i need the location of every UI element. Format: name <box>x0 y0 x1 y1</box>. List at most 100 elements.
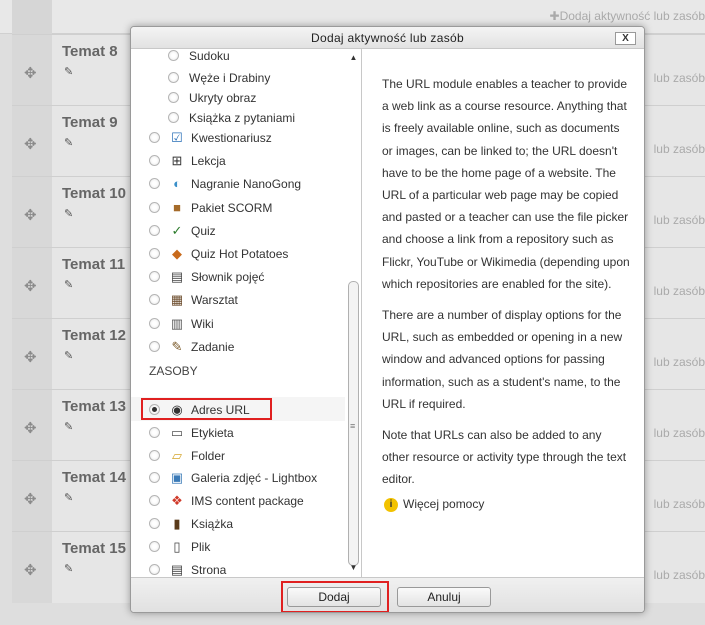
activity-option[interactable]: ▤ Słownik pojęć <box>131 266 346 288</box>
option-radio[interactable] <box>149 540 160 552</box>
resource-option[interactable]: ▭ Etykieta <box>131 422 346 444</box>
move-icon[interactable]: ✥ <box>24 135 37 153</box>
sub-option[interactable]: Węże i Drabiny <box>131 67 346 89</box>
edit-icon[interactable]: ✎ <box>64 207 73 220</box>
option-radio[interactable] <box>149 248 160 259</box>
resource-option[interactable]: ▣ Galeria zdjęć - Lightbox <box>131 467 346 489</box>
option-radio[interactable] <box>149 518 160 529</box>
option-radio[interactable] <box>149 224 160 236</box>
move-icon[interactable]: ✥ <box>24 490 37 508</box>
topic-title: Temat 14 <box>62 469 126 486</box>
add-activity-link[interactable]: lub zasób <box>654 568 705 582</box>
move-icon[interactable]: ✥ <box>24 277 37 295</box>
scroll-down-arrow-icon[interactable]: ▼ <box>345 563 361 575</box>
option-label: Quiz Hot Potatoes <box>191 247 289 261</box>
info-icon: i <box>384 497 398 512</box>
edit-icon[interactable]: ✎ <box>64 278 73 291</box>
move-icon[interactable]: ✥ <box>24 64 37 82</box>
move-icon[interactable]: ✥ <box>24 561 37 579</box>
edit-icon[interactable]: ✎ <box>64 136 73 149</box>
dialog-footer: Dodaj Anuluj <box>131 577 644 612</box>
add-activity-link[interactable]: ✚Dodaj aktywność lub zasób <box>550 9 705 23</box>
activity-option[interactable]: ◐ Nagranie NanoGong <box>131 173 346 195</box>
sub-option[interactable]: Książka z pytaniami <box>131 107 346 129</box>
resource-option[interactable]: ▱ Folder <box>131 445 346 467</box>
move-icon[interactable]: ✥ <box>24 419 37 437</box>
resource-option[interactable]: ▯ Plik <box>131 536 346 558</box>
handle-cell <box>12 0 52 34</box>
cancel-button[interactable]: Anuluj <box>397 587 491 607</box>
add-activity-link[interactable]: lub zasób <box>654 355 705 369</box>
option-radio[interactable] <box>149 449 160 461</box>
topic-title: Temat 13 <box>62 398 126 415</box>
add-activity-link[interactable]: lub zasób <box>654 284 705 298</box>
option-radio[interactable] <box>149 495 160 507</box>
wiki-icon: ▥ <box>170 315 184 331</box>
topic-title: Temat 15 <box>62 540 126 557</box>
activity-option[interactable]: ⊞ Lekcja <box>131 150 346 172</box>
add-button[interactable]: Dodaj <box>287 587 381 607</box>
resource-option[interactable]: ▤ Strona <box>131 559 346 577</box>
option-radio[interactable] <box>149 155 160 167</box>
add-activity-link[interactable]: lub zasób <box>654 142 705 156</box>
scorm-icon: ■ <box>173 199 181 215</box>
option-label: Pakiet SCORM <box>191 200 273 215</box>
option-label: Węże i Drabiny <box>189 71 271 85</box>
sub-option[interactable]: Sudoku <box>131 49 346 67</box>
dialog-title: Dodaj aktywność lub zasób <box>311 31 464 45</box>
option-radio[interactable] <box>149 178 160 190</box>
edit-icon[interactable]: ✎ <box>64 65 73 78</box>
topic-title: Temat 8 <box>62 43 118 60</box>
glossary-icon: ▤ <box>170 269 184 285</box>
option-label: Quiz <box>191 223 216 238</box>
option-radio[interactable] <box>168 92 179 103</box>
book-icon: ▮ <box>173 516 181 531</box>
scroll-up-arrow-icon[interactable]: ▲ <box>345 53 361 65</box>
questionnaire-icon: ☑ <box>171 130 183 145</box>
option-radio[interactable] <box>149 563 160 575</box>
option-radio[interactable] <box>149 294 160 306</box>
close-button[interactable]: X <box>615 32 636 45</box>
option-label: Folder <box>191 448 226 463</box>
edit-icon[interactable]: ✎ <box>64 491 73 504</box>
add-activity-link[interactable]: lub zasób <box>654 497 705 511</box>
add-activity-link[interactable]: lub zasób <box>654 71 705 85</box>
activity-option[interactable]: ▦ Warsztat <box>131 289 346 311</box>
activity-option[interactable]: ■ Pakiet SCORM <box>131 197 346 219</box>
scroll-thumb[interactable]: ≡ <box>348 281 359 566</box>
activity-option[interactable]: ▥ Wiki <box>131 313 346 335</box>
option-radio[interactable] <box>168 112 179 123</box>
activity-option[interactable]: ✎ Zadanie <box>131 336 346 358</box>
more-help-link[interactable]: i Więcej pomocy <box>384 497 484 512</box>
lesson-icon: ⊞ <box>171 153 183 169</box>
activity-option[interactable]: ✓ Quiz <box>131 220 346 242</box>
ims-icon: ❖ <box>171 493 183 509</box>
add-activity-link[interactable]: lub zasób <box>654 426 705 440</box>
option-radio[interactable] <box>168 50 179 61</box>
edit-icon[interactable]: ✎ <box>64 349 73 362</box>
resource-option[interactable]: ❖ IMS content package <box>131 490 346 512</box>
edit-icon[interactable]: ✎ <box>64 562 73 575</box>
option-radio[interactable] <box>149 132 160 143</box>
sub-option[interactable]: Ukryty obraz <box>131 87 346 109</box>
edit-icon[interactable]: ✎ <box>64 420 73 433</box>
option-radio[interactable] <box>149 340 160 352</box>
options-scrollbar[interactable]: ▲ ≡ ▼ <box>345 49 361 577</box>
move-icon[interactable]: ✥ <box>24 206 37 224</box>
option-radio[interactable] <box>149 317 160 329</box>
option-radio[interactable] <box>149 426 160 438</box>
option-label: Warsztat <box>191 293 238 308</box>
option-label: Etykieta <box>191 425 234 440</box>
option-radio[interactable] <box>149 472 160 484</box>
assignment-icon: ✎ <box>171 338 183 354</box>
activity-option[interactable]: ◆ Quiz Hot Potatoes <box>131 243 346 265</box>
option-radio[interactable] <box>149 271 160 283</box>
activity-option[interactable]: ☑ Kwestionariusz <box>131 127 346 149</box>
selection-highlight-frame <box>141 398 272 420</box>
resource-option[interactable]: ▮ Książka <box>131 513 346 535</box>
file-icon: ▯ <box>173 538 181 554</box>
option-radio[interactable] <box>168 72 179 83</box>
move-icon[interactable]: ✥ <box>24 348 37 366</box>
option-radio[interactable] <box>149 201 160 213</box>
add-activity-link[interactable]: lub zasób <box>654 213 705 227</box>
